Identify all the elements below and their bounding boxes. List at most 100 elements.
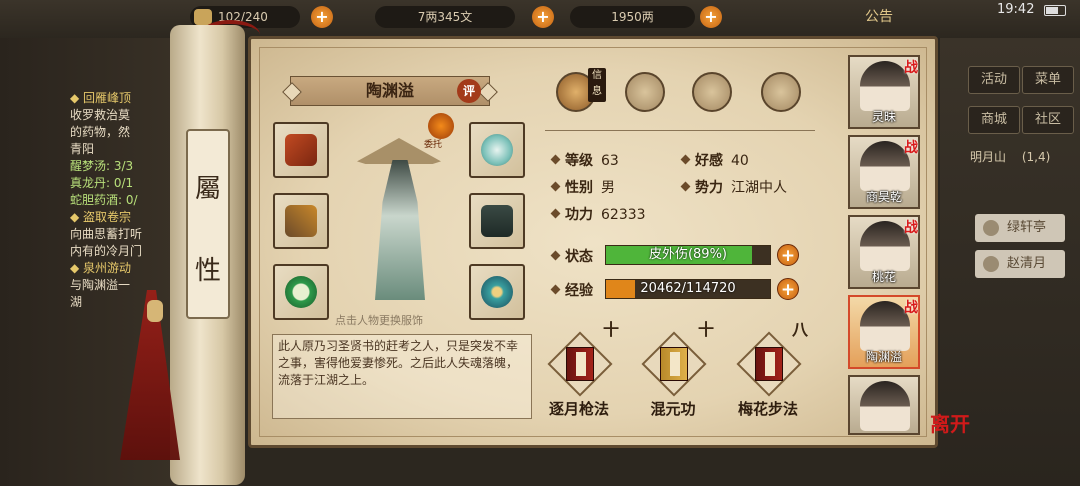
body-icon — [761, 72, 801, 112]
quest-line: 与陶渊溢一 — [70, 278, 131, 292]
sub-location-label: 绿轩亭 — [1007, 220, 1047, 235]
stat-label: 势力 — [695, 180, 723, 196]
portrait — [860, 301, 910, 351]
quest-title[interactable]: ◆ 回雁峰顶 — [70, 90, 180, 107]
character-bio: 此人原乃习圣贤书的赶考之人，只是突发不幸之事，害得他爱妻惨死。之后此人失魂落魄，… — [272, 334, 532, 419]
quest-line: 的药物，然 — [70, 125, 131, 139]
location-coord: (1,4) — [1021, 150, 1051, 164]
armor-icon — [481, 205, 513, 237]
party-roster: 灵昧 战 商昊乾 战 桃花 战 陶渊溢 战 — [848, 55, 920, 435]
location-label: 明月山 (1,4) — [970, 148, 1050, 165]
tab-meridian[interactable] — [758, 72, 804, 114]
book-label — [576, 352, 586, 376]
amulet-icon — [481, 276, 513, 308]
pavilion-icon — [983, 220, 999, 236]
equip-slot-weapon[interactable] — [273, 193, 329, 249]
quest-line: 湖 — [70, 295, 83, 309]
stat-value: 40 — [731, 153, 749, 169]
bottom-menu-bar — [200, 448, 940, 486]
quest-item: 醒梦汤: 3/3 — [70, 159, 134, 173]
red-book-icon — [755, 347, 783, 381]
stat-label: 状态 — [565, 249, 593, 265]
equip-slot-accessory[interactable] — [469, 264, 525, 320]
bag-add-button[interactable]: + — [311, 6, 333, 28]
stat-value: 男 — [601, 180, 615, 196]
battle-tag: 战 — [904, 140, 918, 156]
silver-add-button[interactable]: + — [700, 6, 722, 28]
equip-slot-gloves[interactable] — [273, 122, 329, 178]
battle-tag: 战 — [904, 60, 918, 76]
copper-amount: 7两345文 — [417, 10, 473, 24]
stat-label: 性别 — [565, 180, 593, 196]
community-button[interactable]: 社区 — [1022, 106, 1074, 134]
skill-slot-1[interactable] — [547, 331, 613, 397]
quest-log: ◆ 回雁峰顶 收罗救治莫 的药物，然 青阳 醒梦汤: 3/3 真龙丹: 0/1 … — [70, 90, 180, 311]
entrust-label: 委托 — [424, 140, 443, 150]
costume-hint: 点击人物更换服饰 — [335, 314, 423, 327]
clock: 19:42 — [997, 2, 1035, 17]
quest-title[interactable]: ◆ 盗取卷宗 — [70, 209, 180, 226]
npc-button[interactable]: 赵清月 — [975, 250, 1065, 278]
status-bar-text: 皮外伤(89%) — [648, 247, 728, 262]
copper-add-button[interactable]: + — [532, 6, 554, 28]
quest-title[interactable]: ◆ 泉州游动 — [70, 260, 180, 277]
party-member-name: 陶渊溢 — [865, 350, 902, 364]
party-member-card[interactable]: 灵昧 战 — [848, 55, 920, 129]
activity-button[interactable]: 活动 — [968, 66, 1020, 94]
exp-bar: 20462/114720 — [605, 279, 771, 299]
heal-button[interactable]: + — [777, 244, 799, 266]
skill-name: 逐月枪法 — [548, 400, 609, 418]
skill-slot-3[interactable] — [736, 331, 802, 397]
divider — [545, 130, 815, 131]
info-tag: 信息 — [588, 68, 606, 102]
portrait — [860, 61, 910, 111]
notice-button[interactable]: 公告 — [865, 6, 893, 26]
menu-button[interactable]: 菜单 — [1022, 66, 1074, 94]
bag-icon — [194, 9, 212, 25]
stat-label: 等级 — [565, 153, 593, 169]
tassel-bead — [147, 300, 163, 322]
silver-amount: 1950两 — [611, 10, 654, 24]
book-label — [670, 352, 680, 376]
npc-label: 赵清月 — [1007, 256, 1047, 271]
silver-currency: 1950两 — [570, 6, 695, 28]
entrust-icon[interactable] — [428, 113, 454, 139]
party-member-name: 商昊乾 — [865, 190, 902, 204]
stat-value: 江湖中人 — [731, 180, 787, 196]
stat-gender: 性别男 — [550, 177, 615, 197]
pouch-icon — [625, 72, 665, 112]
quest-line: 收罗救治莫 — [70, 108, 131, 122]
skill-slot-2[interactable] — [641, 331, 707, 397]
party-member-card-selected[interactable]: 陶渊溢 战 — [848, 295, 920, 369]
stat-favor: 好感 40 — [680, 150, 749, 170]
stat-label: 功力 — [565, 207, 593, 223]
tab-bagua[interactable] — [689, 72, 735, 114]
party-member-card[interactable]: 桃花 战 — [848, 215, 920, 289]
battle-tag: 战 — [904, 220, 918, 236]
party-member-card[interactable]: 商昊乾 战 — [848, 135, 920, 209]
stat-value: 62333 — [601, 207, 646, 223]
quest-line: 青阳 — [70, 142, 95, 156]
tab-inventory[interactable] — [622, 72, 668, 114]
diamond-icon — [550, 284, 561, 295]
portrait — [860, 381, 910, 431]
shop-button[interactable]: 商城 — [968, 106, 1020, 134]
equip-slot-hat[interactable] — [469, 122, 525, 178]
status-bar: 皮外伤(89%) — [605, 245, 771, 265]
stat-level: 等级 63 — [550, 150, 619, 170]
add-exp-button[interactable]: + — [777, 278, 799, 300]
diamond-icon — [550, 181, 561, 192]
party-member-name: 桃花 — [871, 270, 896, 284]
rate-button[interactable]: 评 — [457, 79, 481, 103]
npc-icon — [983, 256, 999, 272]
sub-location-button[interactable]: 绿轩亭 — [975, 214, 1065, 242]
equip-slot-ring[interactable] — [273, 264, 329, 320]
party-member-card[interactable] — [848, 375, 920, 435]
equip-slot-armor[interactable] — [469, 193, 525, 249]
diamond-icon — [550, 250, 561, 261]
spear-icon — [285, 205, 317, 237]
attribute-tab-char-1: 屬 — [194, 174, 221, 204]
bagua-icon — [692, 72, 732, 112]
gloves-icon — [285, 134, 317, 166]
leave-button[interactable]: 离开 — [930, 408, 970, 437]
